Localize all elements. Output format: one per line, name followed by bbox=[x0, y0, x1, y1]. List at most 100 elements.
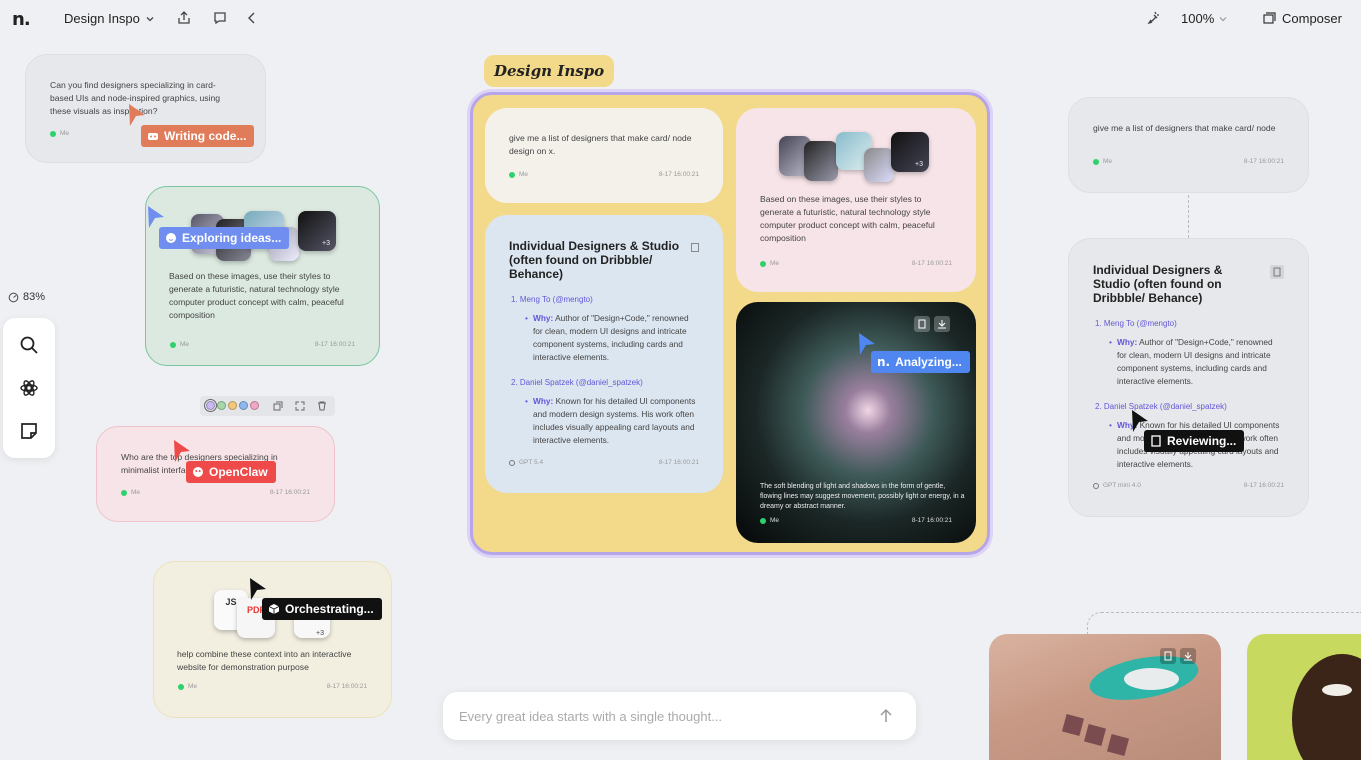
status-orchestrating: Orchestrating... bbox=[262, 598, 382, 620]
share-icon[interactable] bbox=[177, 11, 191, 25]
canvas-usage: 83% bbox=[8, 291, 45, 303]
magic-brush-icon[interactable] bbox=[1147, 11, 1161, 25]
author: Me bbox=[760, 257, 779, 270]
copy-icon[interactable] bbox=[1270, 265, 1284, 279]
prompt-text: help combine these context into an inter… bbox=[177, 649, 352, 672]
connector-line bbox=[1188, 195, 1189, 238]
chevron-down-icon bbox=[1219, 16, 1227, 21]
designer-reason: Why: Author of "Design+Code," renowned f… bbox=[1093, 336, 1284, 388]
prompt-card-exploring[interactable]: +3 Based on these images, use their styl… bbox=[145, 186, 380, 366]
color-swatch[interactable] bbox=[204, 399, 217, 412]
selection-outline bbox=[1087, 612, 1361, 634]
zoom-select[interactable]: 100% bbox=[1181, 11, 1228, 26]
more-images-badge: +3 bbox=[891, 132, 929, 172]
composer-box bbox=[443, 692, 916, 740]
app-logo[interactable]: n. bbox=[12, 9, 31, 30]
trash-icon[interactable] bbox=[317, 401, 327, 411]
gauge-icon bbox=[8, 292, 19, 302]
status-analyzing: n. Analyzing... bbox=[871, 351, 970, 373]
group-frame[interactable]: give me a list of designers that make ca… bbox=[470, 92, 990, 555]
bot-face-icon bbox=[166, 233, 176, 243]
timestamp: 8-17 16:00:21 bbox=[1243, 482, 1284, 489]
composer-button[interactable]: Composer bbox=[1263, 11, 1342, 26]
answer-heading: Individual Designers & Studio (often fou… bbox=[509, 239, 680, 281]
robot-icon bbox=[148, 133, 158, 140]
copy-icon[interactable] bbox=[914, 316, 930, 332]
download-icon[interactable] bbox=[1180, 648, 1196, 664]
group-image-result[interactable]: The soft blending of light and shadows i… bbox=[736, 302, 976, 543]
node-graph-icon[interactable] bbox=[19, 378, 39, 398]
group-images-card[interactable]: +3 Based on these images, use their styl… bbox=[736, 108, 976, 292]
right-answer-card[interactable]: Individual Designers & Studio (often fou… bbox=[1068, 238, 1309, 517]
model-badge: GPT mini 4.0 bbox=[1093, 479, 1141, 492]
prompt-text: give me a list of designers that make ca… bbox=[509, 133, 692, 156]
top-bar: n. Design Inspo 100% Composer bbox=[0, 0, 1361, 36]
status-exploring: Exploring ideas... bbox=[159, 227, 290, 249]
author: Me bbox=[170, 338, 189, 351]
group-prompt-card[interactable]: give me a list of designers that make ca… bbox=[485, 108, 723, 203]
app-logo-icon: n. bbox=[877, 355, 891, 369]
image-card-portrait[interactable] bbox=[1247, 634, 1361, 760]
designer-name[interactable]: 2. Daniel Spatzek (@daniel_spatzek) bbox=[511, 376, 699, 389]
timestamp: 8-17 16:00:21 bbox=[658, 171, 699, 178]
online-dot bbox=[50, 130, 56, 137]
author: Me bbox=[50, 127, 69, 140]
copy-icon[interactable] bbox=[691, 243, 699, 252]
model-badge: GPT 5.4 bbox=[509, 456, 543, 469]
color-swatch[interactable] bbox=[250, 401, 259, 410]
status-reviewing: Reviewing... bbox=[1144, 430, 1245, 452]
image-card-eye[interactable] bbox=[989, 634, 1221, 760]
composer-label: Composer bbox=[1282, 11, 1342, 26]
timestamp: 8-17 16:00:21 bbox=[314, 341, 355, 348]
collapse-left-icon[interactable] bbox=[245, 11, 259, 25]
comment-icon[interactable] bbox=[213, 11, 227, 25]
designer-name[interactable]: 1. Meng To (@mengto) bbox=[511, 293, 699, 306]
image-caption: The soft blending of light and shadows i… bbox=[760, 483, 965, 510]
right-prompt-card[interactable]: give me a list of designers that make ca… bbox=[1068, 97, 1309, 193]
author: Me bbox=[760, 514, 779, 527]
timestamp: 8-17 16:00:21 bbox=[658, 459, 699, 466]
board-title-menu[interactable]: Design Inspo bbox=[64, 11, 155, 26]
zoom-level: 100% bbox=[1181, 11, 1215, 26]
sticky-note-icon[interactable] bbox=[19, 421, 39, 441]
timestamp: 8-17 16:00:21 bbox=[911, 517, 952, 524]
status-openclaw: OpenClaw bbox=[186, 461, 276, 483]
claw-icon bbox=[193, 467, 203, 477]
more-images-badge: +3 bbox=[298, 211, 336, 251]
prompt-text: give me a list of designers that make ca… bbox=[1093, 123, 1276, 133]
tool-rail bbox=[3, 318, 55, 458]
usage-percent: 83% bbox=[23, 291, 46, 303]
author: Me bbox=[1093, 155, 1112, 168]
timestamp: 8-17 16:00:21 bbox=[269, 489, 310, 496]
designer-name[interactable]: 2. Daniel Spatzek (@daniel_spatzek) bbox=[1095, 400, 1284, 413]
prompt-input[interactable] bbox=[459, 706, 859, 726]
designer-reason: Why: Author of "Design+Code," renowned f… bbox=[509, 312, 699, 364]
author: Me bbox=[178, 680, 197, 693]
expand-icon[interactable] bbox=[295, 401, 305, 411]
copy-icon[interactable] bbox=[1160, 648, 1176, 664]
color-swatch[interactable] bbox=[228, 401, 237, 410]
document-icon bbox=[1151, 435, 1161, 447]
prompt-card-orchestrating[interactable]: JS PDF +3 help combine these context int… bbox=[153, 561, 392, 718]
composer-icon bbox=[1263, 12, 1276, 24]
group-answer-card[interactable]: Individual Designers & Studio (often fou… bbox=[485, 215, 723, 493]
send-arrow-icon[interactable] bbox=[878, 708, 894, 724]
duplicate-icon[interactable] bbox=[273, 401, 283, 411]
chevron-down-icon bbox=[146, 16, 154, 21]
author: Me bbox=[509, 168, 528, 181]
color-swatch[interactable] bbox=[217, 401, 226, 410]
prompt-text: Based on these images, use their styles … bbox=[169, 271, 344, 320]
timestamp: 8-17 16:00:21 bbox=[911, 260, 952, 267]
status-writing-code: Writing code... bbox=[141, 125, 255, 147]
author: Me bbox=[121, 486, 140, 499]
download-icon[interactable] bbox=[934, 316, 950, 332]
designer-name[interactable]: 1. Meng To (@mengto) bbox=[1095, 317, 1284, 330]
timestamp: 8-17 16:00:21 bbox=[326, 683, 367, 690]
timestamp: 8-17 16:00:21 bbox=[1243, 158, 1284, 165]
search-icon[interactable] bbox=[19, 335, 39, 355]
prompt-text: Based on these images, use their styles … bbox=[760, 194, 935, 243]
color-toolbar bbox=[200, 396, 335, 416]
cube-icon bbox=[268, 604, 280, 614]
color-swatch[interactable] bbox=[239, 401, 248, 410]
group-label[interactable]: Design Inspo bbox=[484, 55, 615, 87]
